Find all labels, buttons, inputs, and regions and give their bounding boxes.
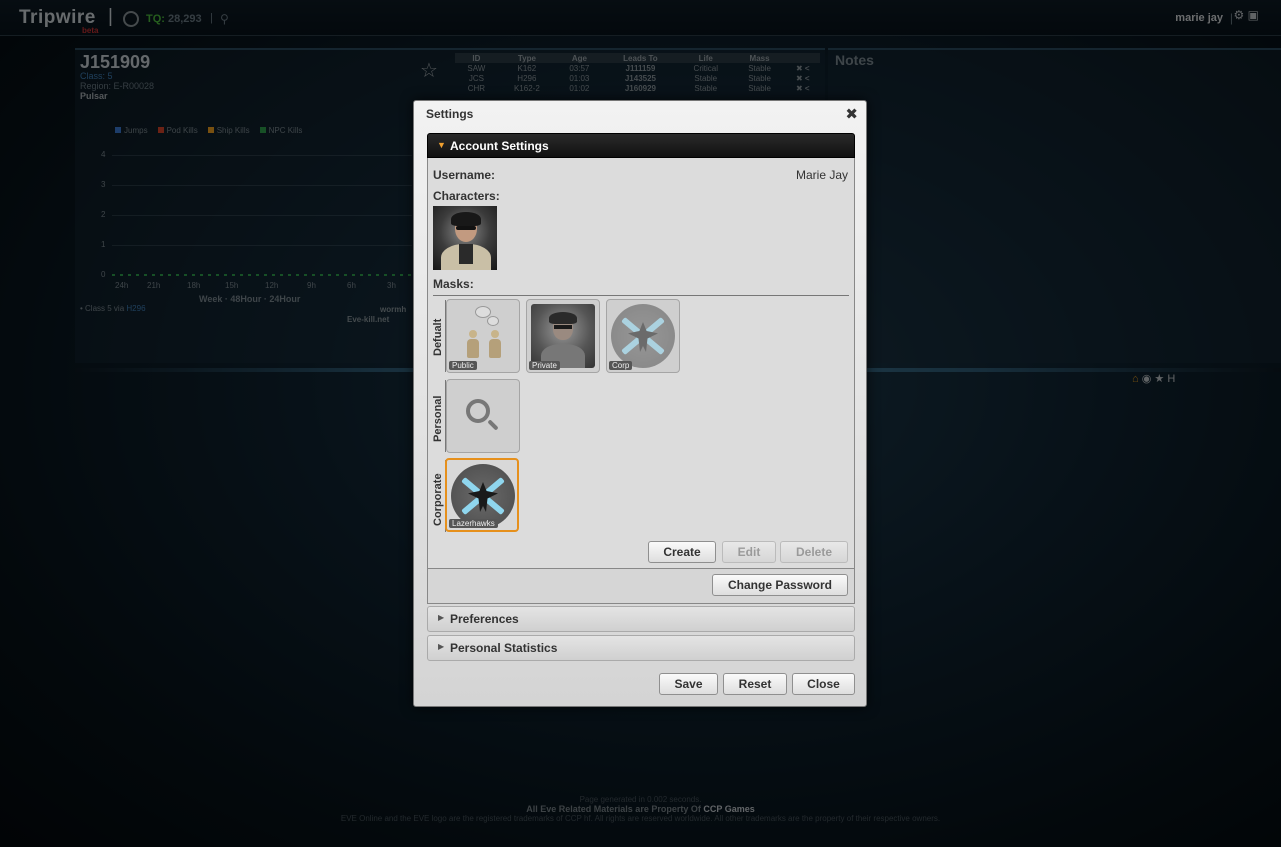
personal-statistics-label: Personal Statistics	[450, 641, 558, 655]
account-footer: Change Password	[428, 568, 854, 603]
personal-statistics-header[interactable]: ▶ Personal Statistics	[427, 635, 855, 661]
portrait-collar	[459, 244, 473, 264]
preferences-header[interactable]: ▶ Preferences	[427, 606, 855, 632]
mask-private[interactable]: Private	[526, 299, 600, 373]
delete-button[interactable]: Delete	[780, 541, 848, 563]
edit-button[interactable]: Edit	[722, 541, 776, 563]
group-label-corporate: Corporate	[432, 473, 444, 526]
characters-label: Characters:	[433, 189, 500, 203]
person-icon	[467, 330, 479, 358]
close-icon[interactable]: ✖	[845, 105, 858, 123]
masks-label: Masks:	[433, 277, 474, 291]
person-body	[489, 339, 501, 358]
dialog-title: Settings	[426, 107, 474, 121]
person-body	[467, 339, 479, 358]
character-portrait[interactable]	[433, 206, 497, 270]
mask-caption: Lazerhawks	[449, 519, 498, 528]
masks-divider	[433, 295, 849, 296]
search-icon-handle	[487, 419, 499, 431]
mask-corp[interactable]: Corp	[606, 299, 680, 373]
mask-search-add[interactable]	[446, 379, 520, 453]
speech-bubble-icon	[487, 316, 499, 326]
person-icon	[489, 330, 501, 358]
close-button[interactable]: Close	[792, 673, 855, 695]
account-settings-panel: Username: Marie Jay Characters: Masks: D…	[427, 158, 855, 604]
portrait-hair	[451, 212, 481, 226]
username-value: Marie Jay	[795, 168, 848, 182]
username-label: Username:	[433, 168, 496, 182]
account-settings-header[interactable]: ▼ Account Settings	[427, 133, 855, 158]
portrait-glasses	[554, 325, 572, 329]
reset-button[interactable]: Reset	[723, 673, 787, 695]
person-head	[491, 330, 499, 338]
search-icon	[466, 399, 490, 423]
person-head	[469, 330, 477, 338]
group-label-default: Defualt	[432, 318, 444, 356]
change-password-button[interactable]: Change Password	[712, 574, 848, 596]
create-button[interactable]: Create	[648, 541, 716, 563]
mask-caption: Private	[529, 361, 560, 370]
portrait-glasses	[456, 226, 476, 230]
save-button[interactable]: Save	[659, 673, 718, 695]
group-label-personal: Personal	[432, 395, 444, 442]
expanded-arrow-icon: ▼	[437, 140, 446, 150]
mask-public[interactable]: Public	[446, 299, 520, 373]
collapsed-arrow-icon: ▶	[438, 642, 445, 651]
collapsed-arrow-icon: ▶	[438, 613, 445, 622]
mask-caption: Public	[449, 361, 477, 370]
mask-caption: Corp	[609, 361, 633, 370]
settings-dialog: Settings ✖ ▼ Account Settings Username: …	[413, 100, 867, 707]
account-settings-label: Account Settings	[450, 139, 549, 153]
preferences-label: Preferences	[450, 612, 519, 626]
portrait-hair	[549, 312, 577, 324]
private-portrait	[531, 304, 595, 368]
mask-lazerhawks[interactable]: Lazerhawks	[445, 458, 519, 532]
corp-logo-icon	[611, 304, 675, 368]
